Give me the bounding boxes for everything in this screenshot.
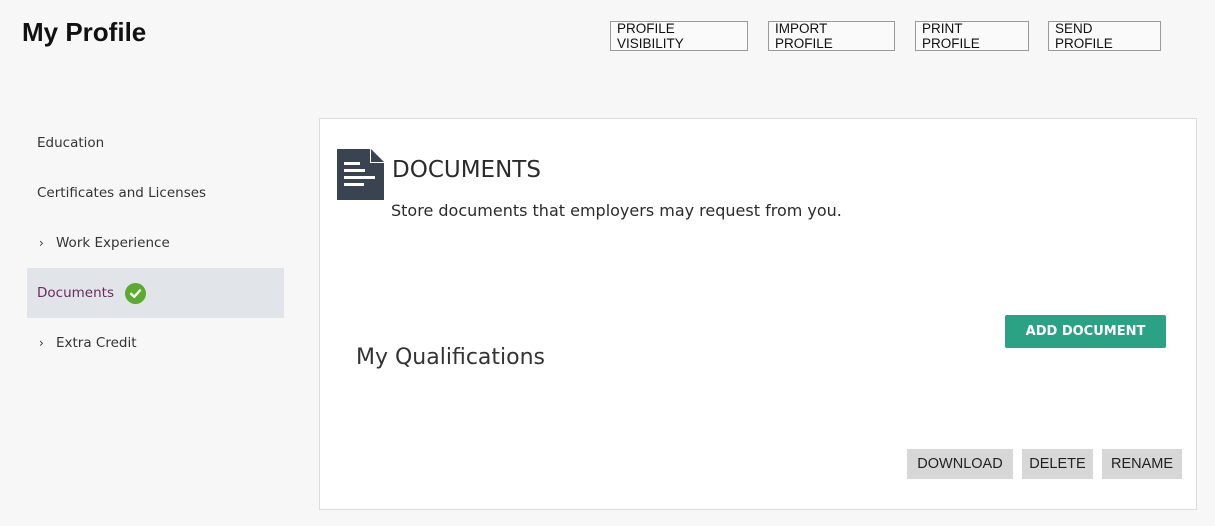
chevron-right-icon[interactable]: › (37, 236, 56, 250)
sidebar-item-label: Documents (37, 285, 114, 301)
chevron-right-icon[interactable]: › (37, 336, 56, 350)
send-profile-button[interactable]: SEND PROFILE (1048, 21, 1161, 51)
documents-description: Store documents that employers may reque… (391, 201, 842, 220)
print-profile-button[interactable]: PRINT PROFILE (915, 21, 1029, 51)
profile-sidebar: Education Certificates and Licenses › Wo… (27, 118, 284, 368)
sidebar-item-label: Education (37, 135, 105, 151)
delete-button[interactable]: DELETE (1022, 449, 1093, 479)
sidebar-item-label: Work Experience (56, 235, 170, 251)
sidebar-item-education[interactable]: Education (27, 118, 284, 168)
sidebar-item-label: Certificates and Licenses (37, 185, 207, 201)
profile-visibility-button[interactable]: PROFILE VISIBILITY (610, 21, 748, 51)
documents-heading: DOCUMENTS (392, 157, 541, 183)
qualifications-heading: My Qualifications (356, 345, 545, 370)
download-button[interactable]: DOWNLOAD (907, 449, 1013, 479)
check-circle-icon (124, 282, 146, 304)
page-title: My Profile (22, 17, 147, 47)
add-document-button[interactable]: ADD DOCUMENT (1005, 315, 1166, 348)
document-icon (337, 149, 384, 200)
sidebar-item-work-experience[interactable]: › Work Experience (27, 218, 284, 268)
import-profile-button[interactable]: IMPORT PROFILE (768, 21, 895, 51)
sidebar-item-documents[interactable]: Documents (27, 268, 284, 318)
rename-button[interactable]: RENAME (1102, 449, 1182, 479)
sidebar-item-certificates[interactable]: Certificates and Licenses (27, 168, 284, 218)
sidebar-item-label: Extra Credit (56, 335, 137, 351)
documents-panel: DOCUMENTS Store documents that employers… (319, 118, 1197, 510)
sidebar-item-extra-credit[interactable]: › Extra Credit (27, 318, 284, 368)
